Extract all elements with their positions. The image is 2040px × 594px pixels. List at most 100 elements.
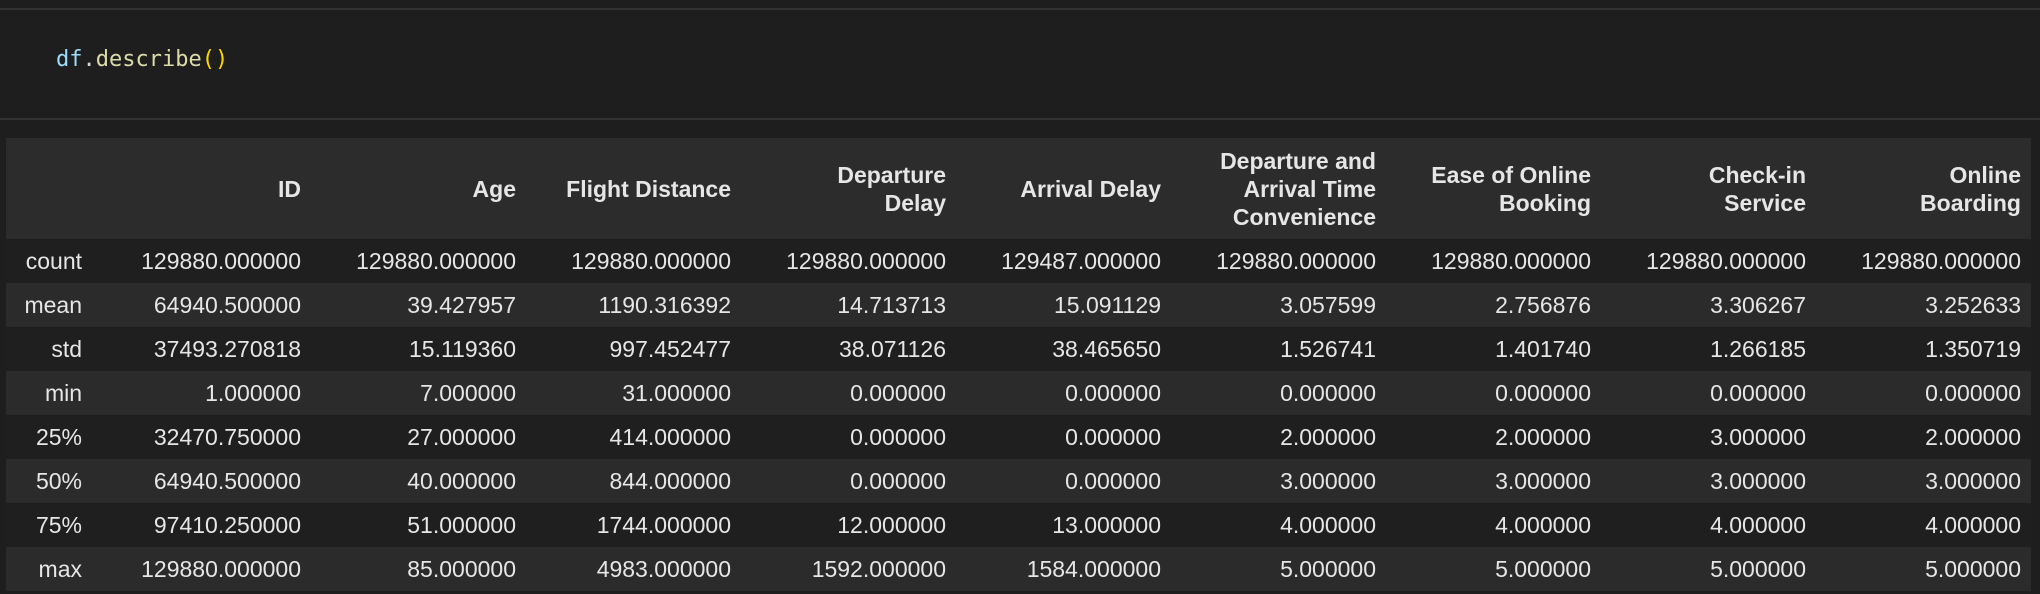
cell-output: ID Age Flight Distance Departure Delay Arriva… — [6, 138, 2040, 594]
table-cell: 0.000000 — [1710, 379, 1806, 406]
row-label: mean — [24, 291, 82, 318]
table-cell: 15.119360 — [408, 335, 516, 362]
table-cell: 129880.000000 — [141, 247, 301, 274]
column-header: Ease of Online Booking — [1386, 138, 1601, 239]
table-cell: 38.465650 — [1052, 335, 1161, 362]
table-cell: 1.266185 — [1710, 335, 1806, 362]
table-cell: 64940.500000 — [153, 467, 301, 494]
column-header: Online Boarding — [1816, 138, 2031, 239]
row-label: std — [51, 335, 82, 362]
table-cell: 39.427957 — [407, 291, 516, 318]
table-cell: 0.000000 — [1065, 467, 1161, 494]
table-cell: 4.000000 — [1925, 511, 2021, 538]
table-row: std 37493.270818 15.119360 997.452477 38.071… — [6, 327, 2031, 371]
code-variable: df — [56, 47, 83, 72]
cell-divider — [0, 118, 2040, 120]
table-cell: 129880.000000 — [1431, 247, 1591, 274]
table-cell: 85.000000 — [407, 555, 516, 582]
table-cell: 0.000000 — [1065, 379, 1161, 406]
table-cell: 1744.000000 — [596, 511, 731, 538]
table-cell: 0.000000 — [1495, 379, 1591, 406]
table-cell: 5.000000 — [1280, 555, 1376, 582]
table-cell: 129487.000000 — [1001, 247, 1161, 274]
index-header — [6, 138, 96, 239]
table-cell: 32470.750000 — [153, 423, 301, 450]
table-cell: 0.000000 — [850, 467, 946, 494]
table-cell: 129880.000000 — [571, 247, 731, 274]
table-cell: 3.000000 — [1710, 423, 1806, 450]
column-header-line: Departure and — [1220, 147, 1376, 174]
table-row: min 1.000000 7.000000 31.000000 0.000000 0.00… — [6, 371, 2031, 415]
table-cell: 51.000000 — [407, 511, 516, 538]
table-cell: 3.000000 — [1495, 467, 1591, 494]
table-row: count 129880.000000 129880.000000 129880.00… — [6, 239, 2031, 283]
table-cell: 38.071126 — [838, 335, 946, 362]
table-cell: 1.000000 — [205, 379, 301, 406]
table-cell: 1190.316392 — [598, 291, 731, 318]
column-header-line: Age — [472, 175, 516, 202]
table-cell: 0.000000 — [1065, 423, 1161, 450]
table-cell: 15.091129 — [1053, 291, 1161, 318]
table-cell: 5.000000 — [1710, 555, 1806, 582]
table-cell: 1592.000000 — [811, 555, 946, 582]
table-cell: 3.306267 — [1710, 291, 1806, 318]
describe-table: ID Age Flight Distance Departure Delay Arriva… — [6, 138, 2031, 591]
column-header: Age — [311, 138, 526, 239]
table-cell: 40.000000 — [407, 467, 516, 494]
row-label: 75% — [35, 511, 82, 538]
code-cell[interactable]: df.describe() — [0, 10, 2040, 118]
table-cell: 4.000000 — [1495, 511, 1591, 538]
table-cell: 129880.000000 — [356, 247, 516, 274]
row-label: count — [25, 247, 82, 274]
column-header: Flight Distance — [526, 138, 741, 239]
table-cell: 844.000000 — [609, 467, 731, 494]
table-row: 25% 32470.750000 27.000000 414.000000 0.0000… — [6, 415, 2031, 459]
table-cell: 14.713713 — [837, 291, 946, 318]
table-cell: 3.000000 — [1280, 467, 1376, 494]
column-header-line: Booking — [1499, 189, 1591, 216]
table-cell: 129880.000000 — [1861, 247, 2021, 274]
column-header: Departure Delay — [741, 138, 956, 239]
code-function: describe — [95, 47, 202, 72]
table-cell: 3.057599 — [1280, 291, 1376, 318]
table-cell: 4983.000000 — [596, 555, 731, 582]
column-header-line: Service — [1724, 189, 1806, 216]
column-header-line: Flight Distance — [566, 175, 731, 202]
column-header-line: ID — [278, 175, 301, 202]
column-header-line: Boarding — [1920, 189, 2021, 216]
table-cell: 97410.250000 — [153, 511, 301, 538]
table-cell: 0.000000 — [1925, 379, 2021, 406]
table-cell: 0.000000 — [850, 423, 946, 450]
table-cell: 4.000000 — [1710, 511, 1806, 538]
table-cell: 2.000000 — [1925, 423, 2021, 450]
row-label: 25% — [35, 423, 82, 450]
table-cell: 7.000000 — [420, 379, 516, 406]
table-cell: 129880.000000 — [141, 555, 301, 582]
table-cell: 2.000000 — [1495, 423, 1591, 450]
column-header-line: Check-in — [1708, 161, 1806, 188]
table-cell: 129880.000000 — [1216, 247, 1376, 274]
table-body: count 129880.000000 129880.000000 129880.00… — [6, 239, 2031, 591]
code-line[interactable]: df.describe() — [56, 46, 228, 74]
table-cell: 4.000000 — [1280, 511, 1376, 538]
table-cell: 1.526741 — [1280, 335, 1376, 362]
table-cell: 5.000000 — [1925, 555, 2021, 582]
table-header-row: ID Age Flight Distance Departure Delay Arriva… — [6, 138, 2031, 239]
table-cell: 0.000000 — [850, 379, 946, 406]
table-cell: 0.000000 — [1280, 379, 1376, 406]
table-cell: 1.350719 — [1925, 335, 2021, 362]
table-cell: 129880.000000 — [1646, 247, 1806, 274]
table-cell: 997.452477 — [609, 335, 731, 362]
table-cell: 2.000000 — [1280, 423, 1376, 450]
table-row: 75% 97410.250000 51.000000 1744.000000 12.00… — [6, 503, 2031, 547]
row-label: max — [38, 555, 82, 582]
column-header: Check-in Service — [1601, 138, 1816, 239]
table-row: max 129880.000000 85.000000 4983.000000 1592… — [6, 547, 2031, 591]
column-header-line: Departure — [837, 161, 946, 188]
table-cell: 12.000000 — [837, 511, 946, 538]
table-cell: 3.000000 — [1710, 467, 1806, 494]
column-header-line: Delay — [884, 189, 946, 216]
table-cell: 129880.000000 — [786, 247, 946, 274]
code-close-paren: ) — [214, 47, 229, 72]
row-label: 50% — [35, 467, 82, 494]
